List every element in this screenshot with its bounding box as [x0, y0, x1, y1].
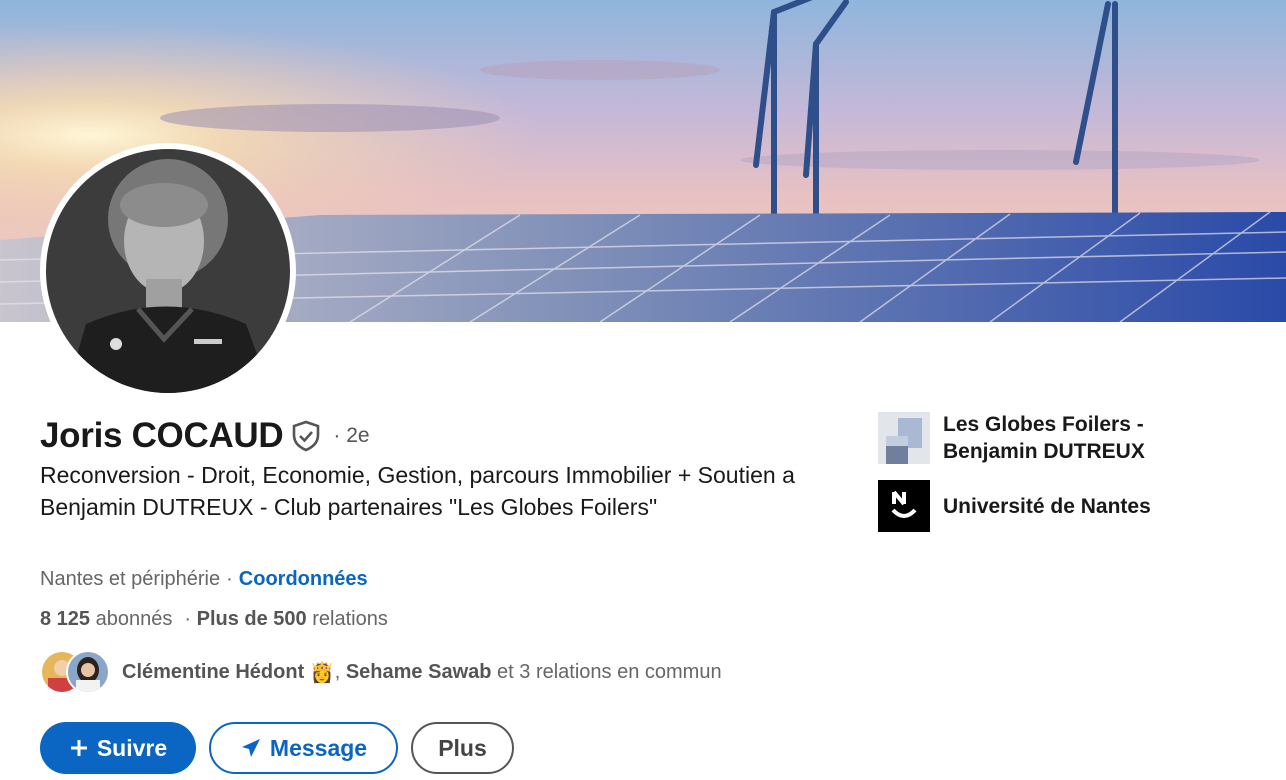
message-button[interactable]: Message: [209, 722, 398, 774]
followers-count: 8 125: [40, 608, 91, 630]
mutual-connections[interactable]: Clémentine Hédont 👸 , Sehame Sawab et 3 …: [40, 648, 722, 696]
contact-info-link[interactable]: Coordonnées: [239, 568, 368, 591]
connections-separator: ·: [184, 608, 192, 630]
profile-location: Nantes et périphérie: [40, 568, 221, 590]
separator: ·: [226, 568, 233, 590]
mutual-avatar: [66, 650, 110, 694]
org-universite-nantes[interactable]: Université de Nantes: [878, 480, 1203, 532]
verified-shield-icon[interactable]: [291, 420, 323, 452]
message-button-label: Message: [269, 734, 368, 761]
profile-avatar[interactable]: [40, 143, 296, 399]
crown-emoji: 👸: [309, 661, 335, 684]
profile-name: Joris COCAUD: [40, 416, 284, 455]
org-globes-foilers[interactable]: Les Globes Foilers - Benjamin DUTREUX: [878, 411, 1203, 465]
follow-button-label: Suivre: [96, 734, 168, 761]
connections-label[interactable]: relations: [312, 608, 388, 631]
follow-button[interactable]: Suivre: [40, 722, 196, 774]
universite-nantes-logo: [878, 480, 930, 532]
org-name: Les Globes Foilers - Benjamin DUTREUX: [943, 413, 1145, 463]
more-button-label: Plus: [438, 734, 487, 761]
mutual-connection-name[interactable]: Sehame Sawab: [346, 661, 492, 684]
plus-icon: [69, 738, 89, 758]
mutual-connections-rest: et 3 relations en commun: [497, 660, 722, 683]
org-name: Université de Nantes: [943, 494, 1151, 518]
followers-label: abonnés: [95, 608, 173, 630]
mutual-connection-name[interactable]: Clémentine Hédont: [122, 661, 304, 684]
more-button[interactable]: Plus: [411, 722, 514, 774]
profile-headline: Reconversion - Droit, Economie, Gestion,…: [40, 462, 795, 520]
connection-degree: · 2e: [333, 424, 370, 447]
send-icon: [240, 737, 262, 759]
connections-count[interactable]: Plus de 500: [197, 608, 307, 631]
globes-foilers-logo: [878, 412, 930, 464]
